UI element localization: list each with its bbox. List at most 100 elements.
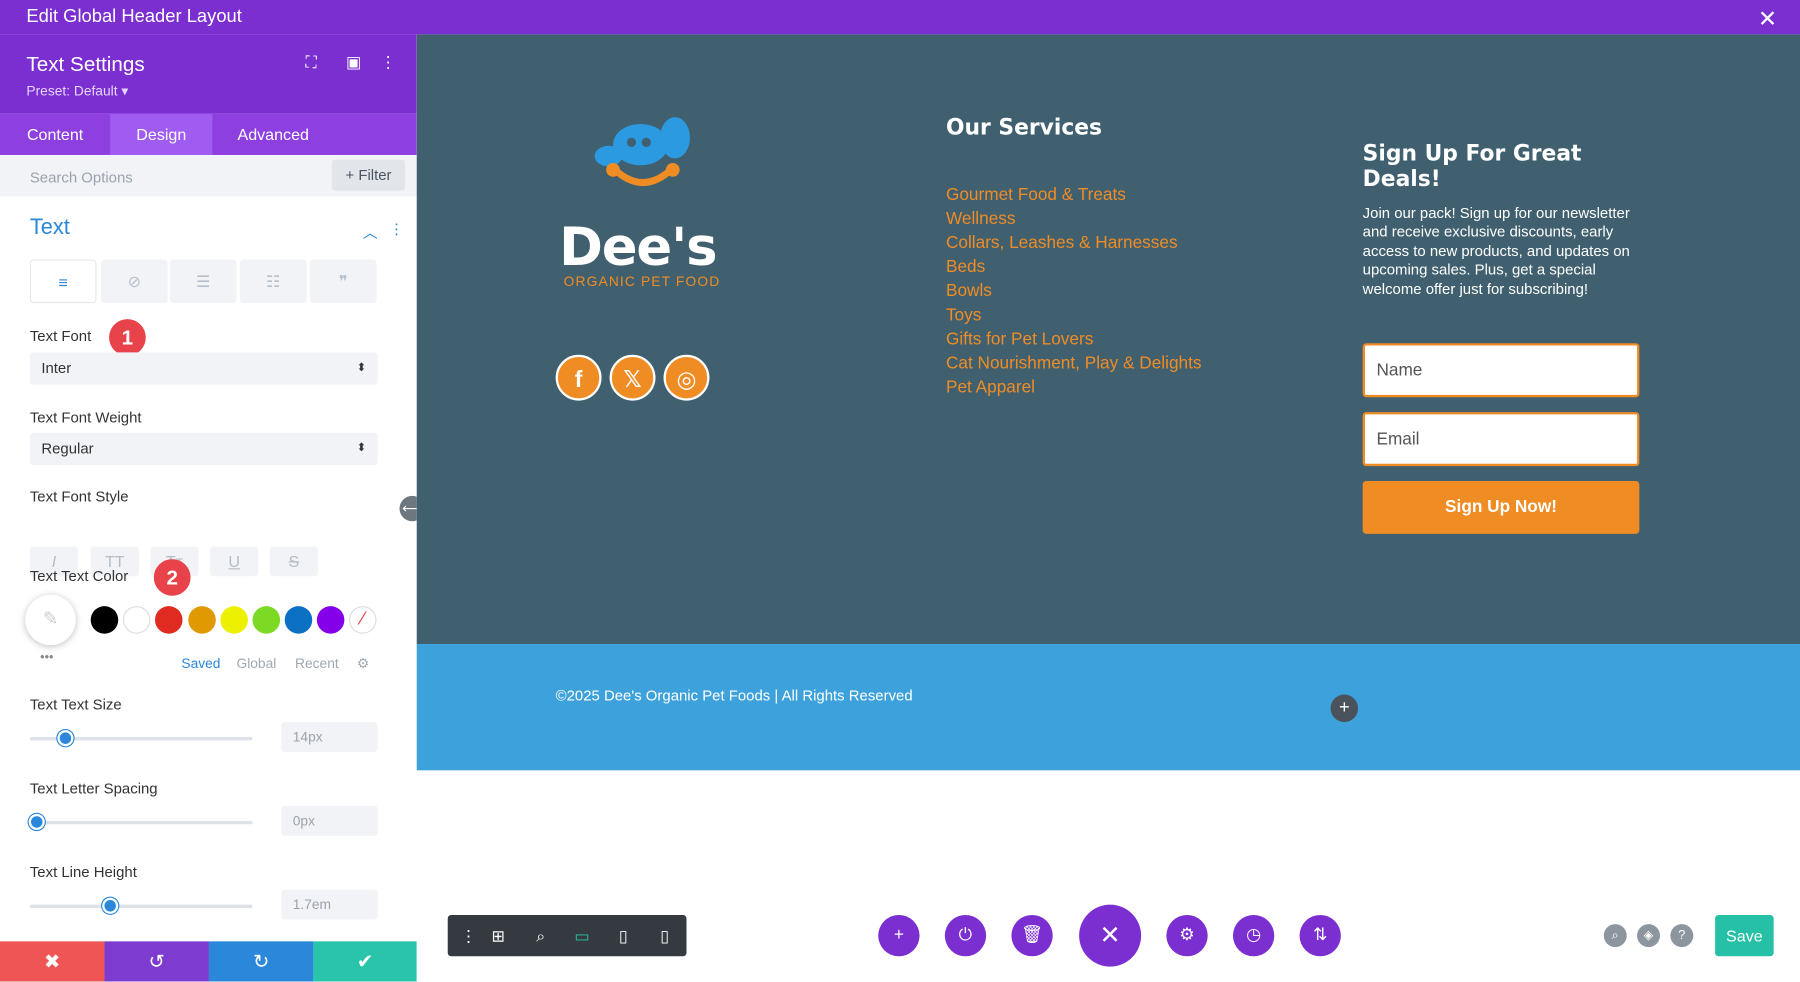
undo-button[interactable]: ↺ xyxy=(104,941,209,982)
close-icon[interactable]: ✕ xyxy=(1758,5,1777,34)
no-color-icon[interactable]: ⁄ xyxy=(348,606,377,634)
color-swatch[interactable] xyxy=(155,606,183,634)
size-label: Text Text Size xyxy=(29,695,122,713)
add-module-icon[interactable]: + xyxy=(1330,694,1359,723)
tab-design[interactable]: Design xyxy=(110,113,213,155)
color-tab-global[interactable]: Global xyxy=(236,656,276,672)
phone-view-icon[interactable]: ▯ xyxy=(644,915,685,956)
bullet-list-icon[interactable]: ☰ xyxy=(169,259,237,304)
search-bar: Search Options + Filter xyxy=(0,154,417,197)
search-input[interactable]: Search Options xyxy=(30,169,133,186)
spacing-slider[interactable] xyxy=(29,820,253,825)
x-twitter-icon[interactable]: 𝕏 xyxy=(609,354,656,401)
quote-icon[interactable]: ❞ xyxy=(309,259,377,304)
font-label: Text Font xyxy=(29,327,92,345)
signup-heading-line-1: Sign Up For Great xyxy=(1362,141,1582,167)
logo-subtitle: ORGANIC PET FOOD xyxy=(563,273,721,290)
load-layout-icon[interactable]: ⏻ xyxy=(944,914,987,957)
redo-button[interactable]: ↻ xyxy=(208,941,314,982)
top-bar: Edit Global Header Layout ✕ xyxy=(0,0,1800,35)
spacing-input[interactable]: 0px xyxy=(281,805,378,836)
underline-icon[interactable]: U xyxy=(210,546,259,577)
style-label: Text Font Style xyxy=(29,487,129,506)
size-input[interactable]: 14px xyxy=(281,722,378,752)
name-field[interactable]: Name xyxy=(1362,343,1640,398)
logo-wordmark: Dee's xyxy=(559,215,717,278)
select-arrow-icon: ⬍ xyxy=(356,441,367,455)
color-swatch[interactable] xyxy=(252,606,281,634)
wireframe-icon[interactable]: ⊞ xyxy=(478,915,519,956)
service-link[interactable]: Bowls xyxy=(946,281,992,301)
spacing-slider-handle[interactable] xyxy=(28,813,45,831)
copyright-text: ©2025 Dee's Organic Pet Foods | All Righ… xyxy=(555,686,913,704)
tablet-view-icon[interactable]: ▯ xyxy=(603,915,644,956)
settings-gear-icon[interactable]: ⚙ xyxy=(357,656,369,672)
numbered-list-icon[interactable]: ☷ xyxy=(239,259,307,304)
color-swatch[interactable] xyxy=(90,606,119,634)
spacing-label: Text Letter Spacing xyxy=(29,779,158,797)
confirm-button[interactable]: ✔ xyxy=(313,941,417,982)
color-swatch[interactable] xyxy=(187,606,216,634)
filter-button[interactable]: + Filter xyxy=(331,159,406,191)
save-button[interactable]: Save xyxy=(1715,914,1774,957)
weight-label: Text Font Weight xyxy=(29,408,142,426)
section-title[interactable]: Text xyxy=(30,216,70,241)
color-swatch[interactable] xyxy=(317,606,345,634)
line-height-slider-handle[interactable] xyxy=(101,897,119,914)
service-link[interactable]: Wellness xyxy=(946,209,1016,229)
signup-button[interactable]: Sign Up Now! xyxy=(1362,481,1640,534)
signup-description: Join our pack! Sign up for our newslette… xyxy=(1362,204,1630,297)
service-link[interactable]: Pet Apparel xyxy=(946,378,1035,398)
close-builder-button[interactable]: ✕ xyxy=(1079,904,1142,967)
tab-content[interactable]: Content xyxy=(0,114,110,155)
service-link[interactable]: Beds xyxy=(946,257,985,277)
color-swatch[interactable] xyxy=(123,606,151,634)
strikethrough-icon[interactable]: S xyxy=(269,546,318,577)
service-link[interactable]: Gifts for Pet Lovers xyxy=(946,329,1093,349)
email-field[interactable]: Email xyxy=(1362,412,1640,467)
color-swatch[interactable] xyxy=(220,606,248,634)
add-button[interactable]: + xyxy=(878,914,920,957)
section-menu-icon[interactable]: ⋮ xyxy=(389,220,404,238)
select-arrow-icon: ⬍ xyxy=(356,361,367,375)
history-icon[interactable]: ◷ xyxy=(1232,914,1275,957)
weight-select[interactable]: Regular ⬍ xyxy=(29,432,378,465)
color-tab-saved[interactable]: Saved xyxy=(181,656,220,672)
fullscreen-icon[interactable]: ⛶ xyxy=(300,53,323,73)
line-height-slider[interactable] xyxy=(29,904,253,909)
facebook-icon[interactable]: f xyxy=(555,354,602,401)
portability-icon[interactable]: ⇅ xyxy=(1299,914,1341,957)
more-options-icon[interactable]: ⋮ xyxy=(377,53,400,73)
panel-title: Text Settings xyxy=(26,52,145,76)
service-link[interactable]: Cat Nourishment, Play & Delights xyxy=(946,354,1202,374)
more-colors-icon[interactable]: ••• xyxy=(40,651,53,665)
color-swatch[interactable] xyxy=(284,606,313,634)
font-select[interactable]: Inter ⬍ xyxy=(29,352,378,385)
instagram-icon[interactable]: ◎ xyxy=(663,354,710,401)
service-link[interactable]: Collars, Leashes & Harnesses xyxy=(946,233,1178,253)
zoom-icon[interactable]: ⌕ xyxy=(520,915,561,956)
service-link[interactable]: Toys xyxy=(946,305,981,325)
service-link[interactable]: Gourmet Food & Treats xyxy=(946,185,1126,205)
clear-layout-icon[interactable]: 🗑 xyxy=(1011,914,1053,957)
color-tab-recent[interactable]: Recent xyxy=(295,656,339,672)
size-slider-handle[interactable] xyxy=(57,730,74,747)
color-picker-icon[interactable]: ✎ xyxy=(25,594,76,646)
footer-bottom-section xyxy=(416,644,1800,771)
signup-heading-line-2: Deals! xyxy=(1362,166,1441,192)
tab-advanced[interactable]: Advanced xyxy=(212,114,334,155)
align-left-icon[interactable]: ≡ xyxy=(29,259,97,304)
desktop-view-icon[interactable]: ▭ xyxy=(561,915,602,956)
line-height-input[interactable]: 1.7em xyxy=(281,889,378,920)
layers-icon[interactable]: ◈ xyxy=(1637,924,1661,948)
settings-panel: Text Settings Preset: Default ▾ ⛶ ▣ ⋮ Co… xyxy=(0,34,417,982)
help-icon[interactable]: ? xyxy=(1670,924,1694,948)
discard-button[interactable]: ✖ xyxy=(0,941,105,982)
page-settings-icon[interactable]: ⚙ xyxy=(1166,914,1208,957)
preset-selector[interactable]: Preset: Default ▾ xyxy=(26,83,128,99)
panel-header: Text Settings Preset: Default ▾ ⛶ ▣ ⋮ xyxy=(0,34,417,114)
split-view-icon[interactable]: ▣ xyxy=(342,53,365,73)
search-icon[interactable]: ⌕ xyxy=(1603,924,1627,948)
chevron-up-icon[interactable]: ︿ xyxy=(363,220,378,242)
link-icon[interactable]: ⊘ xyxy=(101,259,168,304)
